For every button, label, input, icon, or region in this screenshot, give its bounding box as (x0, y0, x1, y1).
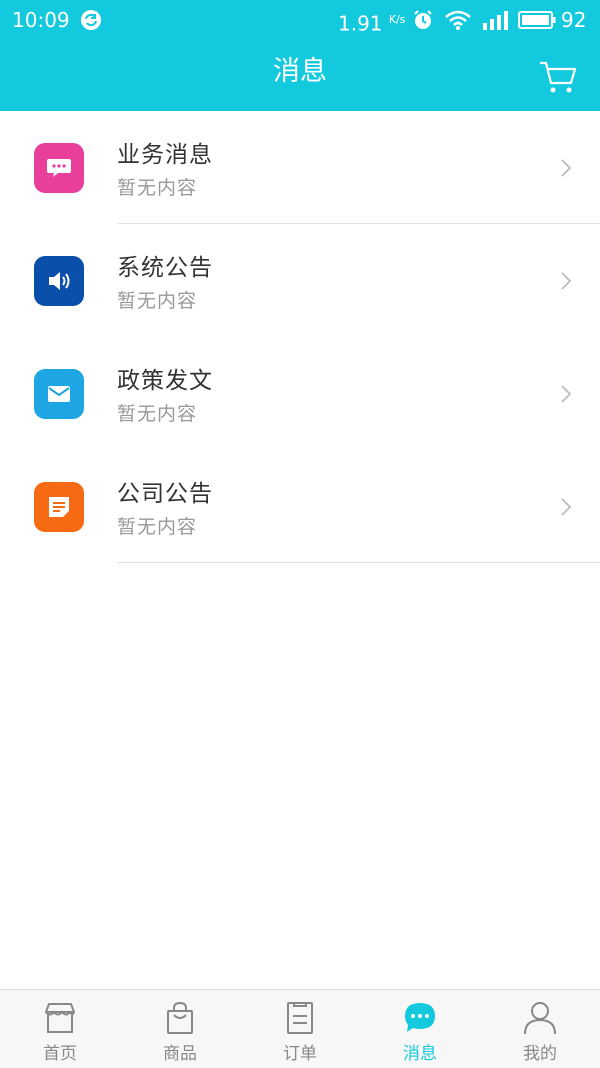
status-time: 10:09 (12, 8, 70, 32)
chevron-right-icon (561, 272, 572, 290)
tab-label: 首页 (43, 1044, 77, 1064)
message-row-company[interactable]: 公司公告 暂无内容 (0, 450, 600, 563)
tab-label: 订单 (283, 1044, 317, 1064)
chevron-right-icon (561, 498, 572, 516)
tab-home[interactable]: 首页 (0, 990, 120, 1068)
row-subtitle: 暂无内容 (117, 290, 198, 312)
row-subtitle: 暂无内容 (117, 177, 198, 199)
message-row-business[interactable]: 业务消息 暂无内容 (0, 111, 600, 224)
signal-icon (483, 11, 508, 30)
tab-messages[interactable]: 消息 (360, 990, 480, 1068)
row-label: 政策发文 (117, 368, 213, 394)
chevron-right-icon (561, 385, 572, 403)
wifi-icon (445, 10, 471, 30)
sync-icon (81, 10, 101, 30)
divider (117, 562, 600, 563)
tab-orders[interactable]: 订单 (240, 990, 360, 1068)
cart-icon[interactable] (538, 57, 578, 97)
message-category-list: 业务消息 暂无内容 系统公告 暂无内容 政策发文 暂无内容 公司公告 暂无内容 (0, 111, 600, 563)
page-title: 消息 (273, 56, 327, 87)
alarm-icon (414, 10, 432, 29)
app-header: 10:09 1.91 K/s 92 消息 (0, 0, 600, 111)
battery-level: 92 (561, 8, 587, 32)
order-list-icon (287, 1002, 313, 1034)
row-label: 业务消息 (117, 142, 213, 168)
tab-profile[interactable]: 我的 (480, 990, 600, 1068)
note-icon (34, 482, 84, 532)
row-label: 系统公告 (117, 255, 213, 281)
message-bubble-icon (405, 1003, 435, 1032)
person-icon (524, 1002, 556, 1035)
tab-label: 商品 (163, 1044, 197, 1064)
row-subtitle: 暂无内容 (117, 516, 198, 538)
message-row-policy[interactable]: 政策发文 暂无内容 (0, 337, 600, 450)
tab-products[interactable]: 商品 (120, 990, 240, 1068)
envelope-icon (34, 369, 84, 419)
row-subtitle: 暂无内容 (117, 403, 198, 425)
tab-label: 消息 (403, 1044, 437, 1064)
chat-bubble-icon (34, 143, 84, 193)
row-label: 公司公告 (117, 481, 213, 507)
status-bar: 10:09 1.91 K/s 92 (0, 0, 600, 40)
speaker-icon (34, 256, 84, 306)
bottom-tab-bar: 首页 商品 订单 消息 我的 (0, 989, 600, 1068)
network-speed: 1.91 K/s (338, 11, 406, 36)
battery-icon (518, 11, 556, 29)
chevron-right-icon (561, 159, 572, 177)
tab-label: 我的 (523, 1044, 557, 1064)
storefront-icon (45, 1003, 75, 1033)
shopping-bag-icon (167, 1001, 193, 1034)
message-row-system[interactable]: 系统公告 暂无内容 (0, 224, 600, 337)
